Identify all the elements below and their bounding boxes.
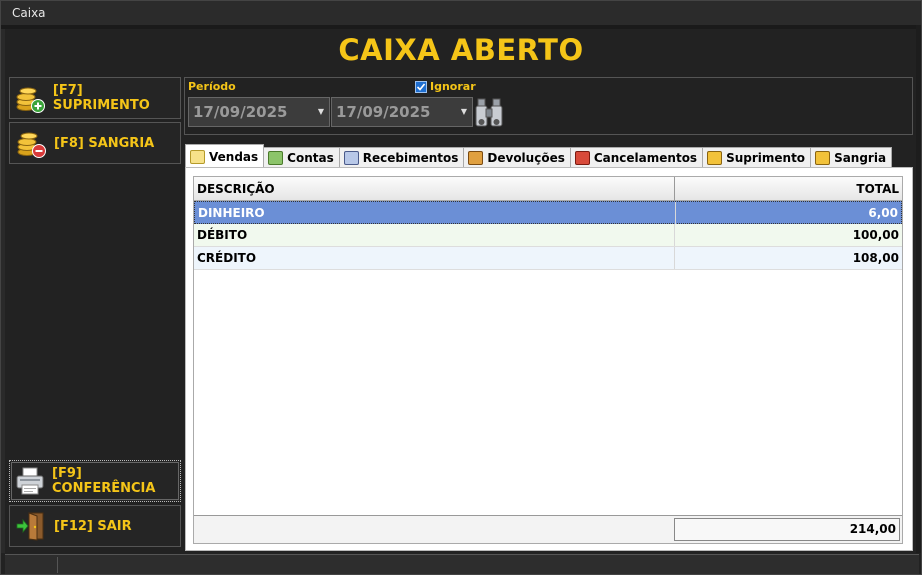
caixa-window: Caixa CAIXA ABERTO [F7] SUPRIMENTO [F8] … [0,0,922,575]
window-title: Caixa [1,1,921,25]
table-row[interactable]: DINHEIRO 6,00 [194,201,902,224]
tab-devolucoes-label: Devoluções [487,151,565,165]
tab-cancelamentos[interactable]: Cancelamentos [569,147,704,168]
suprimento-button-label: [F7] SUPRIMENTO [52,83,150,113]
coins-remove-icon [815,151,831,165]
tab-recebimentos-label: Recebimentos [362,151,459,165]
accounts-icon [268,151,284,165]
tab-cancelamentos-label: Cancelamentos [593,151,698,165]
ignore-checkbox[interactable]: Ignorar [415,80,476,93]
column-divider [674,177,675,201]
returns-icon [468,151,484,165]
tab-sangria[interactable]: Sangria [810,147,893,168]
cell-divider [674,224,675,246]
start-date-picker[interactable]: 17/09/2025 ▼ [188,97,330,127]
sair-button-label: [F12] SAIR [54,518,132,534]
status-bar-divider [57,557,58,573]
tab-vendas-label: Vendas [209,149,259,164]
coins-add-icon [707,151,723,165]
sangria-button[interactable]: [F8] SANGRIA [9,122,181,164]
end-date-picker[interactable]: 17/09/2025 ▼ [331,97,473,127]
tab-vendas[interactable]: Vendas [185,144,265,168]
end-date-value: 17/09/2025 [336,103,431,121]
table-row[interactable]: DÉBITO 100,00 [194,224,902,247]
cell-total: 108,00 [852,251,899,265]
start-date-value: 17/09/2025 [193,103,288,121]
period-filter: Período Ignorar 17/09/2025 ▼ 17/09/2025 … [184,77,913,135]
checkmark-icon [415,80,427,93]
period-label: Período [188,80,236,93]
cell-total: 6,00 [868,206,898,220]
tab-strip: Vendas Contas Recebimentos Devoluções Ca… [185,144,893,168]
chevron-down-icon[interactable]: ▼ [461,98,467,126]
tab-sangria-label: Sangria [834,151,887,165]
left-edge [1,29,5,553]
suprimento-button[interactable]: [F7] SUPRIMENTO [9,77,181,119]
table-row[interactable]: CRÉDITO 108,00 [194,247,902,270]
titlebar-separator [1,25,921,29]
cell-divider [675,202,676,224]
conferencia-button[interactable]: [F9] CONFERÊNCIA [9,460,181,502]
grid-header: DESCRIÇÃO TOTAL [194,177,902,201]
tab-suprimento[interactable]: Suprimento [702,147,812,168]
tab-devolucoes[interactable]: Devoluções [463,147,571,168]
sangria-button-label: [F8] SANGRIA [54,135,155,151]
cell-descricao: DÉBITO [197,228,248,242]
exit-door-icon [14,509,48,543]
column-header-total[interactable]: TOTAL [856,182,899,196]
chevron-down-icon[interactable]: ▼ [318,98,324,126]
coins-remove-icon [14,126,48,160]
cell-descricao: CRÉDITO [197,251,257,265]
sair-button[interactable]: [F12] SAIR [9,505,181,547]
conferencia-button-label: [F9] CONFERÊNCIA [52,466,156,496]
cell-descricao: DINHEIRO [198,206,265,220]
printer-icon [14,464,46,498]
cell-divider [674,247,675,269]
tab-suprimento-label: Suprimento [726,151,806,165]
grid-footer: 214,00 [194,515,902,543]
receipts-icon [343,151,359,165]
tab-contas-label: Contas [287,151,334,165]
cell-total: 100,00 [852,228,899,242]
page-title: CAIXA ABERTO [338,33,584,67]
tab-panel-vendas: DESCRIÇÃO TOTAL DINHEIRO 6,00 DÉBITO 100… [185,167,913,551]
coins-add-icon [14,81,47,115]
sales-icon [190,149,205,164]
column-header-descricao[interactable]: DESCRIÇÃO [197,182,275,196]
footer-total: 214,00 [674,518,900,541]
right-edge [916,25,921,553]
status-bar [5,554,919,574]
ignore-label: Ignorar [430,80,476,93]
tab-recebimentos[interactable]: Recebimentos [338,147,465,168]
binoculars-icon[interactable] [474,96,504,128]
cancel-icon [574,151,590,165]
sales-grid[interactable]: DESCRIÇÃO TOTAL DINHEIRO 6,00 DÉBITO 100… [193,176,903,544]
tab-contas[interactable]: Contas [263,147,340,168]
